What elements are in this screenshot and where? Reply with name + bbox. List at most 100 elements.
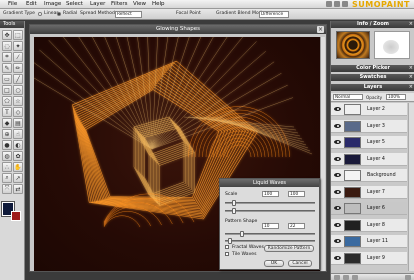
canvas-vertical-scrollbar[interactable] (320, 37, 325, 271)
layer-row[interactable]: Layer 8 (331, 218, 407, 232)
layer-row[interactable]: Layer 5 (331, 136, 407, 149)
blur-tool-icon[interactable]: ● (2, 140, 12, 150)
background-color-swatch[interactable] (11, 211, 21, 221)
swatches-close-icon[interactable]: × (409, 74, 413, 81)
close-icon[interactable] (342, 1, 348, 7)
marquee-tool-icon[interactable]: ⬚ (13, 30, 23, 40)
menu-select[interactable]: Select (66, 1, 83, 7)
scale-x-slider-track[interactable] (225, 202, 315, 204)
new-layer-icon[interactable] (334, 275, 340, 280)
maximize-icon[interactable] (334, 1, 340, 7)
info-zoom-panel-header[interactable]: Info / Zoom × (331, 21, 414, 28)
menu-view[interactable]: View (133, 1, 146, 7)
visibility-eye-icon[interactable] (334, 189, 341, 194)
tile-waves-checkbox[interactable] (225, 252, 229, 256)
ellipse-tool-icon[interactable]: ○ (13, 85, 23, 95)
layers-panel-header[interactable]: Layers × (331, 84, 414, 91)
crop-tool-icon[interactable]: ⌗ (2, 52, 12, 62)
layer-row[interactable]: Layer 9 (331, 251, 407, 265)
visibility-eye-icon[interactable] (334, 123, 341, 128)
path-tool-icon[interactable]: ↗ (13, 173, 23, 183)
pattern-a-slider-track[interactable] (225, 233, 315, 235)
visibility-eye-icon[interactable] (334, 173, 341, 177)
sponge-tool-icon[interactable]: ◍ (2, 151, 12, 161)
hand-tool-icon[interactable]: ✋ (13, 162, 23, 172)
randomize-pattern-button[interactable]: Randomize Pattern (264, 245, 314, 252)
duplicate-layer-icon[interactable] (343, 275, 349, 280)
layer-row[interactable]: Layer 7 (331, 185, 407, 199)
scale-y-slider-track[interactable] (225, 210, 315, 212)
opacity-input[interactable]: 100% (386, 94, 406, 100)
pattern-b-input[interactable]: 22 (288, 223, 305, 229)
layer-effects-icon[interactable] (352, 275, 358, 280)
blend-mode-select[interactable]: Difference (259, 11, 289, 18)
color-picker-panel-header[interactable]: Color Picker × (331, 65, 414, 72)
clone-tool-icon[interactable]: ⊕ (2, 129, 12, 139)
navigator-thumbnail[interactable] (336, 31, 370, 59)
layer-row[interactable]: Layer 2 (331, 103, 407, 116)
color-picker-close-icon[interactable]: × (409, 65, 413, 72)
swap-tool-icon[interactable]: ⇄ (13, 184, 23, 194)
rectangle-tool-icon[interactable]: □ (2, 85, 12, 95)
visibility-eye-icon[interactable] (334, 156, 341, 161)
visibility-eye-icon[interactable] (334, 206, 341, 210)
spray-tool-icon[interactable]: ∴ (2, 162, 12, 172)
pattern-b-slider-track[interactable] (225, 240, 315, 242)
menu-image[interactable]: Image (44, 1, 61, 7)
menu-layer[interactable]: Layer (90, 1, 105, 7)
brush-tool-icon[interactable]: ✎ (2, 63, 12, 73)
layer-row[interactable]: Layer 3 (331, 119, 407, 133)
transform-tool-icon[interactable]: ⤧ (2, 184, 12, 194)
layer-row[interactable]: Layer 4 (331, 152, 407, 166)
linear-radio[interactable] (38, 12, 42, 16)
pencil-tool-icon[interactable]: ✏ (13, 63, 23, 73)
pattern-b-slider-thumb[interactable] (228, 238, 232, 244)
menu-edit[interactable]: Edit (26, 1, 37, 7)
layer-row[interactable]: Layer 11 (331, 235, 407, 248)
layer-row[interactable]: Layer 6 (331, 202, 407, 215)
swatches-panel-header[interactable]: Swatches × (331, 74, 414, 81)
pattern-a-input[interactable]: 10 (262, 223, 279, 229)
eraser-tool-icon[interactable]: ▭ (2, 74, 12, 84)
layer-row[interactable]: Background (331, 169, 407, 182)
menu-filters[interactable]: Filters (111, 1, 128, 7)
visibility-eye-icon[interactable] (334, 222, 341, 227)
radial-radio[interactable] (57, 12, 61, 16)
magic-wand-tool-icon[interactable]: ✦ (13, 41, 23, 51)
delete-layer-icon[interactable] (405, 275, 411, 280)
menu-help[interactable]: Help (152, 1, 165, 7)
dodge-tool-icon[interactable]: ◐ (13, 140, 23, 150)
visibility-eye-icon[interactable] (334, 239, 341, 243)
scale-y-slider-thumb[interactable] (232, 208, 236, 214)
scale-x-input[interactable]: 100 (262, 191, 279, 197)
menu-file[interactable]: File (8, 1, 17, 7)
visibility-eye-icon[interactable] (334, 107, 341, 111)
gradient-tool-icon[interactable]: ▤ (13, 118, 23, 128)
scale-x-slider-thumb[interactable] (232, 200, 236, 206)
zoom-preview[interactable] (374, 31, 410, 59)
info-zoom-close-icon[interactable]: × (409, 21, 413, 28)
shape-tool-icon[interactable]: ◇ (13, 107, 23, 117)
layers-scrollbar[interactable] (408, 103, 414, 271)
visibility-eye-icon[interactable] (334, 140, 341, 144)
pattern-a-slider-thumb[interactable] (240, 231, 244, 237)
text-tool-icon[interactable]: T (2, 107, 12, 117)
canvas-close-icon[interactable]: × (317, 26, 324, 33)
symmetry-tool-icon[interactable]: ✿ (13, 151, 23, 161)
layer-blend-mode-select[interactable]: Normal (333, 94, 363, 100)
eyedropper-tool-icon[interactable]: ⁄ (13, 52, 23, 62)
smudge-tool-icon[interactable]: ☝ (13, 129, 23, 139)
layers-close-icon[interactable]: × (409, 84, 413, 91)
spread-method-select[interactable]: Reflect (115, 11, 142, 18)
fractal-waves-checkbox[interactable] (225, 245, 229, 249)
move-tool-icon[interactable]: ✥ (2, 30, 12, 40)
cancel-button[interactable]: Cancel (288, 260, 312, 267)
line-tool-icon[interactable]: ╱ (13, 74, 23, 84)
minimize-icon[interactable] (326, 1, 332, 7)
lasso-tool-icon[interactable]: ◌ (2, 41, 12, 51)
visibility-eye-icon[interactable] (334, 255, 341, 260)
ok-button[interactable]: OK (264, 260, 284, 267)
star-tool-icon[interactable]: ☆ (13, 96, 23, 106)
polygon-tool-icon[interactable]: ⬠ (2, 96, 12, 106)
zoom-tool-icon[interactable]: ⌕ (2, 173, 12, 183)
